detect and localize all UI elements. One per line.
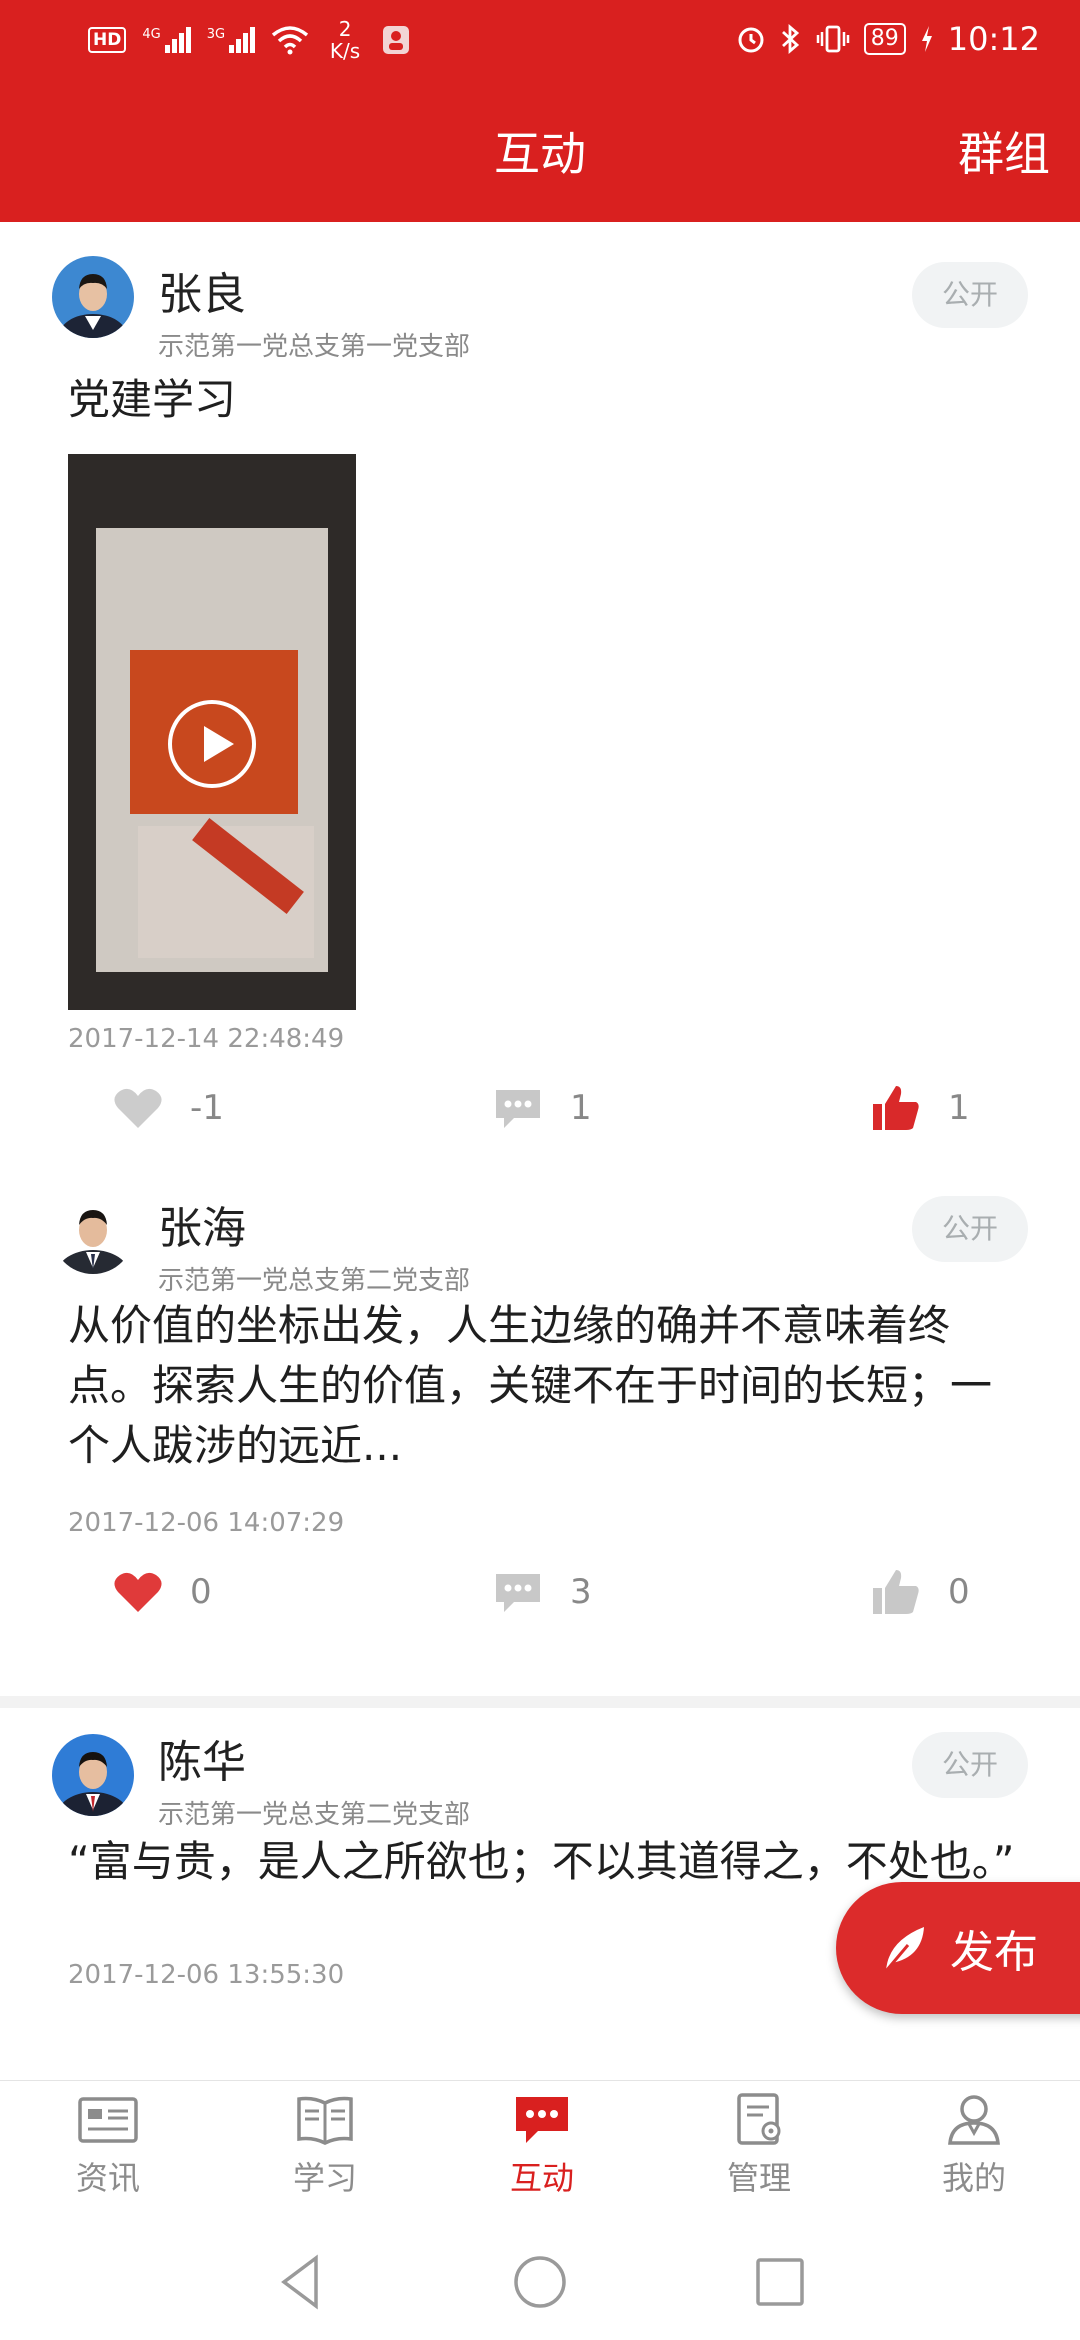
recents-icon[interactable] (750, 2252, 810, 2312)
tab-label: 我的 (941, 2159, 1006, 2197)
heart-icon (114, 1088, 162, 1128)
like-button[interactable]: -1 (112, 1078, 224, 1138)
comment-count: 3 (570, 1572, 592, 1612)
charging-icon (921, 26, 932, 52)
post-divider (0, 1696, 1080, 1708)
system-navigation-bar (0, 2224, 1080, 2340)
tab-study[interactable]: 学习 (265, 2091, 385, 2199)
author-branch: 示范第一党总支第二党支部 (158, 1266, 471, 1296)
tab-profile[interactable]: 我的 (914, 2091, 1034, 2199)
app-notification-icon (383, 26, 410, 54)
book-icon (297, 2096, 353, 2145)
like-button[interactable]: 0 (112, 1562, 212, 1622)
profile-icon (948, 2095, 1000, 2145)
thumbs-up-count: 1 (948, 1088, 970, 1128)
chat-icon (516, 2097, 568, 2143)
post-time: 2017-12-06 14:07:29 (68, 1508, 345, 1538)
publish-label: 发布 (950, 1927, 1038, 1978)
vibrate-icon (816, 25, 850, 53)
tab-label: 资讯 (75, 2159, 140, 2197)
bottom-tab-bar: 资讯 学习 互动 管理 我的 (0, 2080, 1080, 2224)
video-thumbnail[interactable] (68, 454, 356, 1010)
author-name[interactable]: 张良 (158, 258, 246, 322)
thumbs-up-icon (873, 1570, 919, 1614)
top-app-bar: HD 4G 3G 2 K/s 89 10:12 互动 群组 (0, 0, 1080, 222)
signal-2-icon: 3G (206, 27, 256, 53)
thumbs-up-icon (873, 1086, 919, 1130)
feather-icon (884, 1927, 924, 1972)
heart-icon (114, 1572, 162, 1612)
bluetooth-icon (781, 23, 799, 55)
post-text[interactable]: 从价值的坐标出发，人生边缘的确并不意味着终点。探索人生的价值，关键不在于时间的长… (68, 1296, 1020, 1476)
groups-button[interactable]: 群组 (958, 118, 1050, 184)
comment-count: 1 (570, 1088, 592, 1128)
page-title: 互动 (494, 127, 586, 181)
speed-value: 2 (338, 17, 352, 41)
post-time: 2017-12-14 22:48:49 (68, 1024, 345, 1054)
like-count: -1 (190, 1088, 224, 1128)
hd-badge: HD (88, 27, 127, 53)
thumbs-up-button[interactable]: 1 (870, 1078, 970, 1138)
comment-button[interactable]: 1 (492, 1078, 592, 1138)
tab-interaction[interactable]: 互动 (482, 2091, 602, 2199)
post-card[interactable]: 张良 示范第一党总支第一党支部 公开 党建学习 2017-12-14 22:48… (0, 222, 1080, 1168)
speed-unit: K/s (329, 39, 361, 63)
clock: 10:12 (947, 20, 1040, 58)
signal-1-icon: 4G (142, 27, 191, 53)
network-speed: 2 K/s (325, 18, 365, 62)
comment-icon (496, 1574, 540, 1612)
status-bar: HD 4G 3G 2 K/s 89 10:12 (0, 0, 1080, 84)
manage-icon (737, 2093, 781, 2145)
author-name[interactable]: 张海 (158, 1192, 246, 1256)
post-text[interactable]: 党建学习 (68, 370, 1020, 430)
alarm-icon (738, 27, 764, 53)
comment-button[interactable]: 3 (492, 1562, 592, 1622)
tab-label: 互动 (509, 2159, 574, 2197)
home-icon[interactable] (510, 2252, 570, 2312)
post-actions: 0 3 0 (0, 1562, 1080, 1622)
signal-2-label: 3G (206, 27, 226, 42)
tab-news[interactable]: 资讯 (48, 2091, 168, 2199)
thumbs-up-button[interactable]: 0 (870, 1562, 970, 1622)
play-icon[interactable] (168, 700, 256, 788)
tab-label: 学习 (292, 2159, 357, 2197)
author-branch: 示范第一党总支第二党支部 (158, 1800, 471, 1830)
news-icon (78, 2097, 138, 2143)
avatar[interactable] (52, 1734, 134, 1816)
post-text[interactable]: “富与贵，是人之所欲也；不以其道得之，不处也。” (68, 1832, 1020, 1892)
visibility-badge: 公开 (912, 1196, 1028, 1262)
status-right: 89 10:12 (736, 20, 1040, 58)
like-count: 0 (190, 1572, 212, 1612)
tab-label: 管理 (726, 2159, 791, 2197)
post-card[interactable]: 张海 示范第一党总支第二党支部 公开 从价值的坐标出发，人生边缘的确并不意味着终… (0, 1168, 1080, 1696)
thumbs-up-count: 0 (948, 1572, 970, 1612)
post-feed[interactable]: 张良 示范第一党总支第一党支部 公开 党建学习 2017-12-14 22:48… (0, 222, 1080, 2080)
signal-1-label: 4G (142, 27, 161, 42)
visibility-badge: 公开 (912, 1732, 1028, 1798)
author-name[interactable]: 陈华 (158, 1726, 246, 1790)
tab-manage[interactable]: 管理 (699, 2091, 819, 2199)
battery-level: 89 (863, 23, 906, 55)
author-branch: 示范第一党总支第一党支部 (158, 332, 471, 362)
publish-button[interactable]: 发布 (836, 1882, 1080, 2014)
post-actions: -1 1 1 (0, 1078, 1080, 1138)
post-time: 2017-12-06 13:55:30 (68, 1960, 345, 1990)
wifi-icon (271, 26, 309, 55)
status-left: HD 4G 3G 2 K/s (88, 18, 411, 62)
avatar[interactable] (52, 1192, 134, 1274)
comment-icon (496, 1090, 540, 1128)
back-icon[interactable] (272, 2252, 332, 2312)
visibility-badge: 公开 (912, 262, 1028, 328)
avatar[interactable] (52, 256, 134, 338)
